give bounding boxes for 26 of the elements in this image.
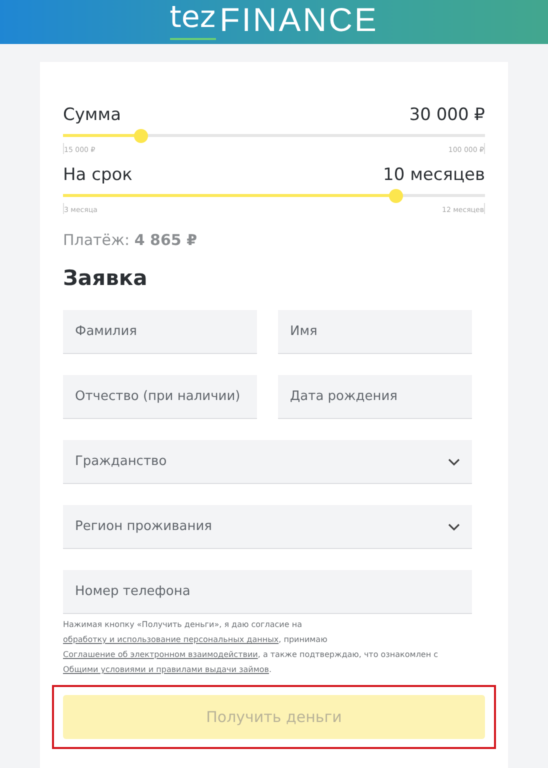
form-title: Заявка <box>63 265 148 292</box>
logo-prefix: tez <box>170 0 216 40</box>
payment-label: Платёж: <box>63 231 130 249</box>
consent-link[interactable]: Соглашение об электронном взаимодействии <box>63 650 258 659</box>
logo-text: FINANCE <box>220 0 378 40</box>
slider-label: На срок <box>63 164 132 186</box>
slider-thumb[interactable] <box>134 129 148 143</box>
consent-link[interactable]: обработку и использование персональных данных <box>63 635 279 644</box>
slider-value: 30 000 ₽ <box>409 104 485 126</box>
slider-track[interactable] <box>63 189 485 203</box>
consent-link[interactable]: Общими условиями и правилами выдачи займов <box>63 665 269 674</box>
consent-text: Нажимая кнопку «Получить деньги», я даю согласие на обработку и использование персональных данных, принимаю Соглашение об электронном взаимодействии, а также подтверждаю, что ознакомлен с Общими условиями и правилами выдачи займов. <box>63 619 440 676</box>
input-field[interactable]: Имя <box>278 310 472 354</box>
slider-label: Сумма <box>63 104 121 126</box>
input-field[interactable]: Фамилия <box>63 310 257 354</box>
input-field[interactable]: Отчество (при наличии) <box>63 375 257 419</box>
select-field[interactable]: Гражданство <box>63 440 472 484</box>
select-field[interactable]: Регион проживания <box>63 505 472 549</box>
input-field[interactable]: Дата рождения <box>278 375 472 419</box>
chevron-down-icon <box>448 458 460 466</box>
slider-value: 10 месяцев <box>383 164 485 186</box>
input-field[interactable]: Номер телефона <box>63 570 472 614</box>
slider-track[interactable] <box>63 129 485 143</box>
payment-amount: 4 865 ₽ <box>134 231 198 249</box>
slider-thumb[interactable] <box>389 189 404 203</box>
chevron-down-icon <box>448 522 460 530</box>
